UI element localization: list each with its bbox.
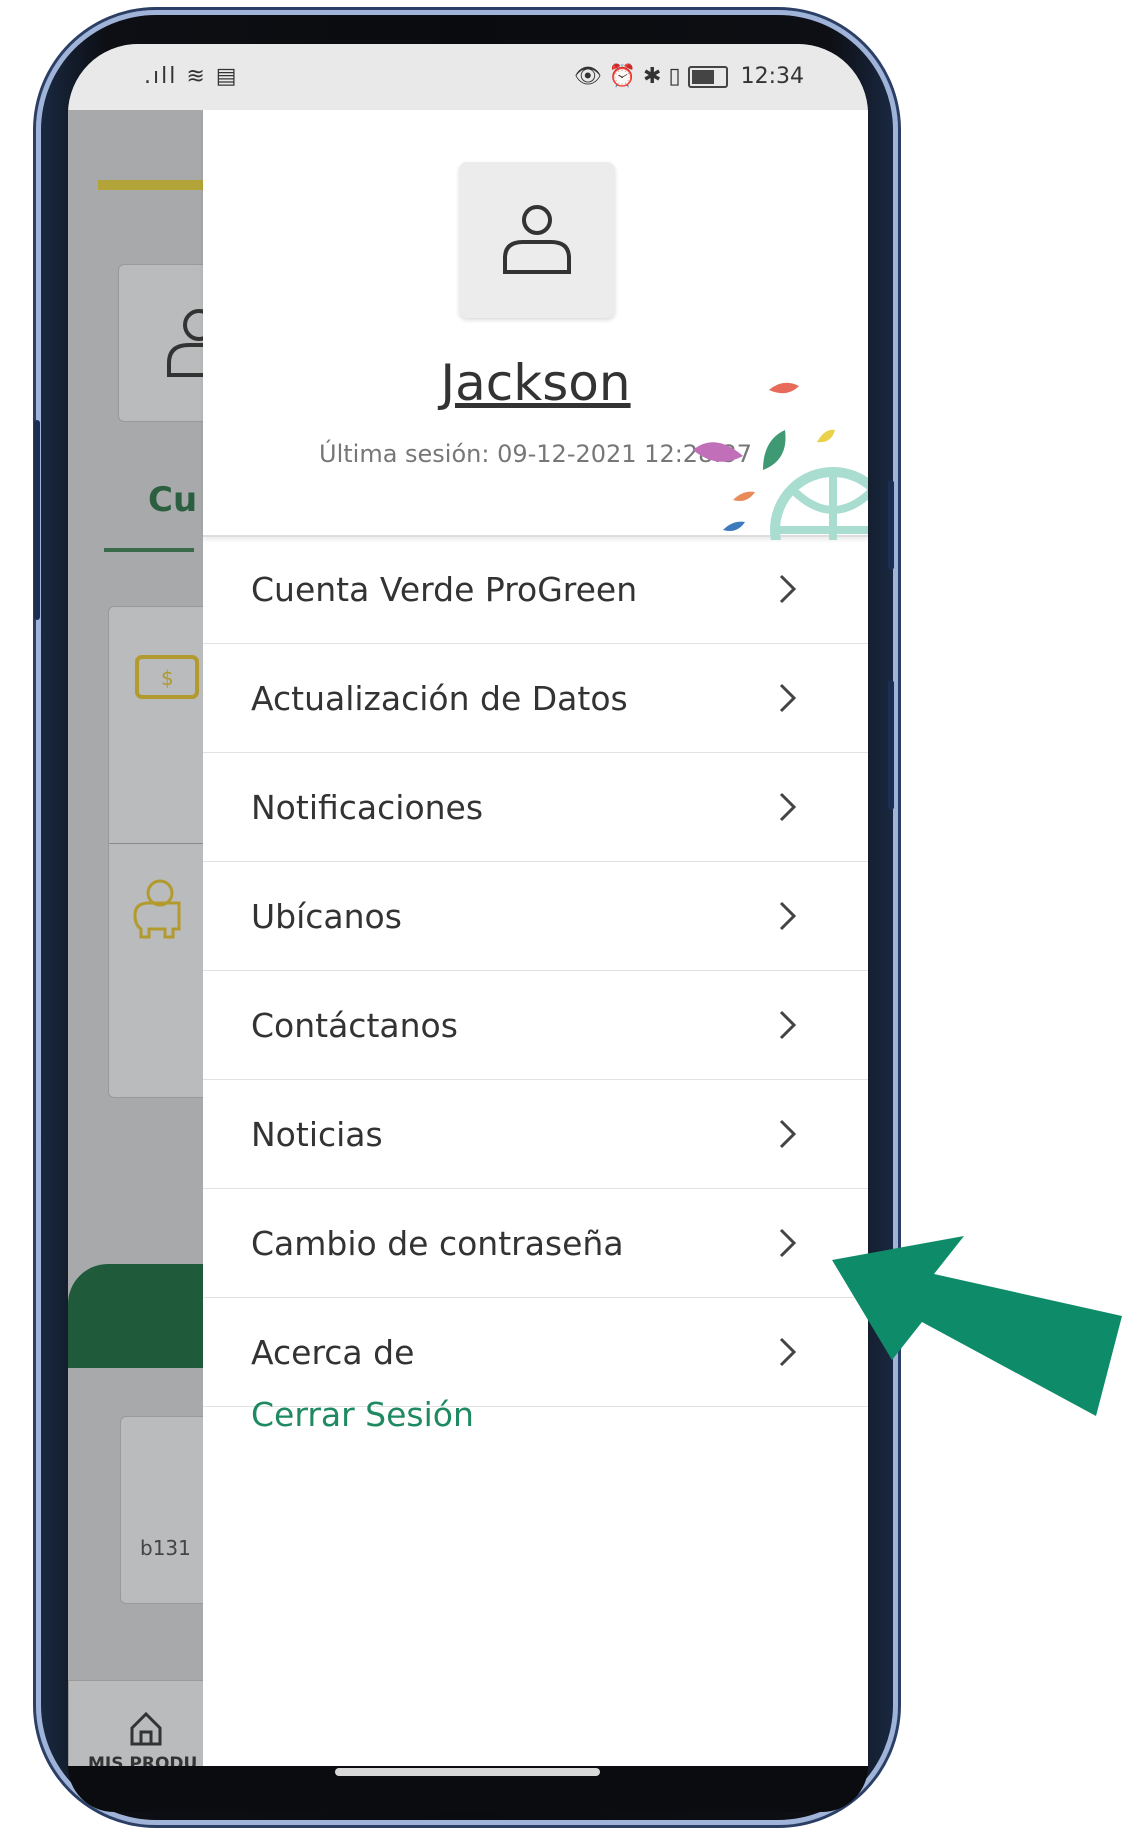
menu-item-cambio-contrasena[interactable]: Cambio de contraseña [203, 1189, 868, 1298]
menu-item-noticias[interactable]: Noticias [203, 1080, 868, 1189]
phone-volume-button [888, 480, 894, 570]
menu-item-label: Contáctanos [251, 1005, 458, 1045]
annotation-arrow-icon [832, 1236, 1122, 1416]
phone-screen: .ıll ≋ ▤ 👁 ⏰ ✱ ▯ 12:34 Cu $ b131 MIS PRO… [68, 44, 868, 1766]
status-icons: 👁 ⏰ ✱ ▯ [573, 64, 681, 89]
status-time: 12:34 [740, 64, 804, 89]
menu-item-label: Noticias [251, 1114, 383, 1154]
user-icon [503, 205, 571, 274]
phone-power-button [888, 680, 894, 810]
svg-text:$: $ [161, 666, 174, 690]
chevron-right-icon [779, 683, 797, 713]
logout-link[interactable]: Cerrar Sesión [251, 1395, 474, 1434]
battery-icon [687, 66, 728, 88]
chevron-right-icon [779, 1010, 797, 1040]
menu-item-ubicanos[interactable]: Ubícanos [203, 862, 868, 971]
menu-item-acerca-de[interactable]: Acerca de [203, 1298, 868, 1407]
menu-item-notificaciones[interactable]: Notificaciones [203, 753, 868, 862]
avatar[interactable] [459, 162, 615, 318]
menu-item-contactanos[interactable]: Contáctanos [203, 971, 868, 1080]
chevron-right-icon [779, 901, 797, 931]
bg-green-panel [68, 1264, 208, 1368]
chevron-right-icon [779, 1337, 797, 1367]
bg-money-icon: $ [135, 655, 199, 699]
navigation-drawer: Jackson Última sesión: 09-12-2021 12:28:… [203, 110, 868, 1766]
menu-item-actualizacion-datos[interactable]: Actualización de Datos [203, 644, 868, 753]
leaves-globe-decoration [693, 382, 868, 540]
menu-item-label: Notificaciones [251, 787, 484, 827]
menu-item-label: Ubícanos [251, 896, 402, 936]
drawer-header: Jackson Última sesión: 09-12-2021 12:28:… [203, 110, 868, 540]
status-bar: .ıll ≋ ▤ 👁 ⏰ ✱ ▯ 12:34 [68, 44, 868, 110]
menu-item-cuenta-verde[interactable]: Cuenta Verde ProGreen [203, 535, 868, 644]
signal-wifi-icons: .ıll ≋ ▤ [144, 64, 239, 89]
drawer-menu: Cuenta Verde ProGreen Actualización de D… [203, 535, 868, 1407]
home-indicator[interactable] [335, 1768, 600, 1776]
home-icon [130, 1711, 162, 1746]
phone-side-button [34, 420, 40, 620]
bg-product-value: b131 [140, 1536, 191, 1560]
bg-tab-underline [104, 548, 194, 552]
chevron-right-icon [779, 792, 797, 822]
bg-piggy-icon [133, 879, 181, 939]
bg-nav-label: MIS PRODU [88, 1754, 198, 1766]
chevron-right-icon [779, 1119, 797, 1149]
chevron-right-icon [779, 1228, 797, 1258]
chevron-right-icon [779, 574, 797, 604]
menu-item-label: Cambio de contraseña [251, 1223, 624, 1263]
menu-item-label: Cuenta Verde ProGreen [251, 569, 638, 609]
bg-header-accent [98, 180, 208, 190]
menu-item-label: Acerca de [251, 1332, 415, 1372]
status-right: 👁 ⏰ ✱ ▯ 12:34 [574, 64, 804, 89]
menu-item-label: Actualización de Datos [251, 678, 628, 718]
bg-tab-label: Cu [148, 480, 198, 520]
